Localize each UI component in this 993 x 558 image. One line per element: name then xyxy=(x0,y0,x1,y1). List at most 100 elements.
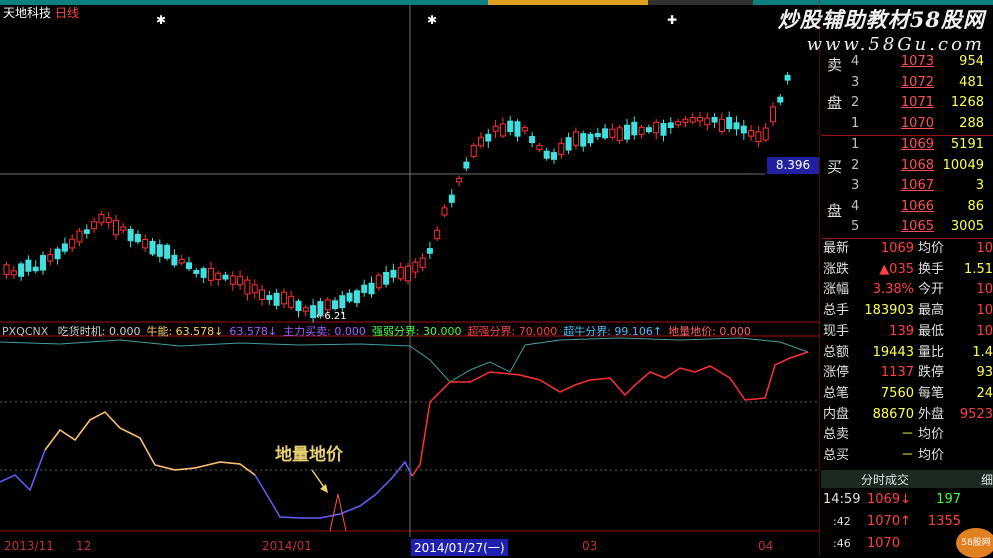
quote-stat-row: 总手 183903 最高 10 xyxy=(823,303,993,319)
indicator-value: 吃货时机: 0.000 xyxy=(57,325,141,338)
candle xyxy=(91,221,98,230)
candle xyxy=(551,152,557,160)
ask-row[interactable]: 2 1071 1268 xyxy=(821,93,993,113)
indicator-value: 牛能: 63.578↓ xyxy=(146,325,224,338)
candle xyxy=(237,276,244,286)
stock-name: 天地科技 xyxy=(3,6,52,20)
strength-line xyxy=(0,337,809,383)
indicator-value: 超牛分界: 99.106↑ xyxy=(563,325,663,338)
candle xyxy=(638,126,645,135)
indicator-value: 强弱分界: 30.000 xyxy=(371,325,462,338)
candle xyxy=(616,127,623,141)
annotation-text: 地量地价 xyxy=(275,445,343,465)
tab-trades[interactable]: 分时成交 xyxy=(861,471,909,488)
quote-stat-row: 总买－均价 xyxy=(823,448,945,463)
candle xyxy=(383,271,390,285)
bid-row[interactable]: 3 1067 3 xyxy=(821,176,993,196)
x-label-selected: 2014/01/27(一) xyxy=(411,539,508,556)
trade-row: 14:59 1069↓ 197 xyxy=(823,492,961,507)
candle xyxy=(280,291,287,305)
candle xyxy=(76,230,83,243)
candle xyxy=(259,289,265,301)
candle xyxy=(748,130,755,137)
candle xyxy=(164,244,171,259)
bid-row[interactable]: 4 1066 86 xyxy=(821,197,993,217)
ask-row[interactable]: 1 1070 288 xyxy=(821,114,993,134)
indicator-value: 超强分界: 70.000 xyxy=(467,325,558,338)
candle xyxy=(733,122,740,130)
quote-stat-row: 内盘 88670 外盘 9523 xyxy=(823,406,993,422)
candle xyxy=(631,121,638,136)
candle xyxy=(149,240,156,255)
quote-stat-row: 总额 19443 量比 1.4 xyxy=(823,344,993,360)
candle xyxy=(689,117,696,123)
candle xyxy=(142,238,149,249)
tab-detail[interactable]: 细 xyxy=(981,471,993,488)
candle xyxy=(499,123,506,137)
candlestick-chart[interactable]: ✱ ✱ ✚ xyxy=(0,0,820,556)
candle xyxy=(529,135,536,144)
candle xyxy=(368,282,375,295)
candle xyxy=(222,274,229,280)
candle xyxy=(120,226,127,231)
indicator-name[interactable]: PXQCNX xyxy=(2,325,48,338)
candle xyxy=(127,228,134,242)
candle xyxy=(288,295,295,308)
event-marker-icon: ✱ xyxy=(427,13,437,27)
period-label[interactable]: 日线 xyxy=(55,6,79,20)
candle xyxy=(667,122,674,128)
candle xyxy=(770,106,776,123)
candle xyxy=(251,284,258,294)
bid-row[interactable]: 5 1065 3005 xyxy=(821,217,993,237)
ask-row[interactable]: 3 1072 481 xyxy=(821,73,993,93)
candle xyxy=(580,133,587,147)
candle xyxy=(492,125,499,132)
candle xyxy=(572,131,579,146)
candle xyxy=(565,137,572,151)
candle xyxy=(463,161,470,169)
candle xyxy=(711,116,718,123)
candle xyxy=(412,261,419,273)
candle xyxy=(755,131,762,143)
quote-stat-row: 总笔 7560 每笔 24 xyxy=(823,385,993,401)
candle xyxy=(740,125,747,134)
low-price-label: ←6.21 xyxy=(316,311,347,322)
candle xyxy=(200,268,207,278)
candle xyxy=(353,290,360,304)
candle xyxy=(645,127,652,133)
candle xyxy=(32,266,39,272)
candle xyxy=(113,220,119,236)
candle xyxy=(594,133,601,138)
candle xyxy=(186,262,192,270)
candle xyxy=(332,300,338,310)
candle xyxy=(762,127,769,141)
candle xyxy=(295,300,302,312)
stock-title: 天地科技 日线 xyxy=(3,4,79,21)
ask-row[interactable]: 4 1073 954 xyxy=(821,52,993,72)
candle xyxy=(83,229,90,234)
candle xyxy=(726,116,733,130)
candle xyxy=(660,123,667,136)
x-axis: 2013/11 12 2014/01 2014/01/27(一) 03 04 xyxy=(0,537,820,556)
quote-stat-row: 涨停 1137 跌停 93 xyxy=(823,365,993,381)
candle xyxy=(448,194,455,203)
candle xyxy=(609,128,616,138)
candle xyxy=(266,295,273,301)
candle xyxy=(624,124,630,140)
x-label: 2014/01 xyxy=(262,539,312,553)
candle xyxy=(10,270,17,276)
site-logo: 58股网 xyxy=(956,528,993,558)
annotation-arrow-head xyxy=(320,484,328,493)
indicator-value: 主力买卖: 0.000 xyxy=(283,325,366,338)
bid-row[interactable]: 1 1069 5191 xyxy=(821,135,993,155)
bid-row[interactable]: 2 1068 10049 xyxy=(821,156,993,176)
quote-stat-row: 现手 139 最低 10 xyxy=(823,323,993,339)
candle xyxy=(543,150,550,159)
trades-tab-bar: 分时成交 细 xyxy=(821,470,993,488)
candle xyxy=(777,96,784,103)
candle xyxy=(207,267,214,281)
candle xyxy=(178,258,185,264)
candle xyxy=(302,307,309,312)
candle xyxy=(215,272,222,280)
candle xyxy=(704,117,711,126)
